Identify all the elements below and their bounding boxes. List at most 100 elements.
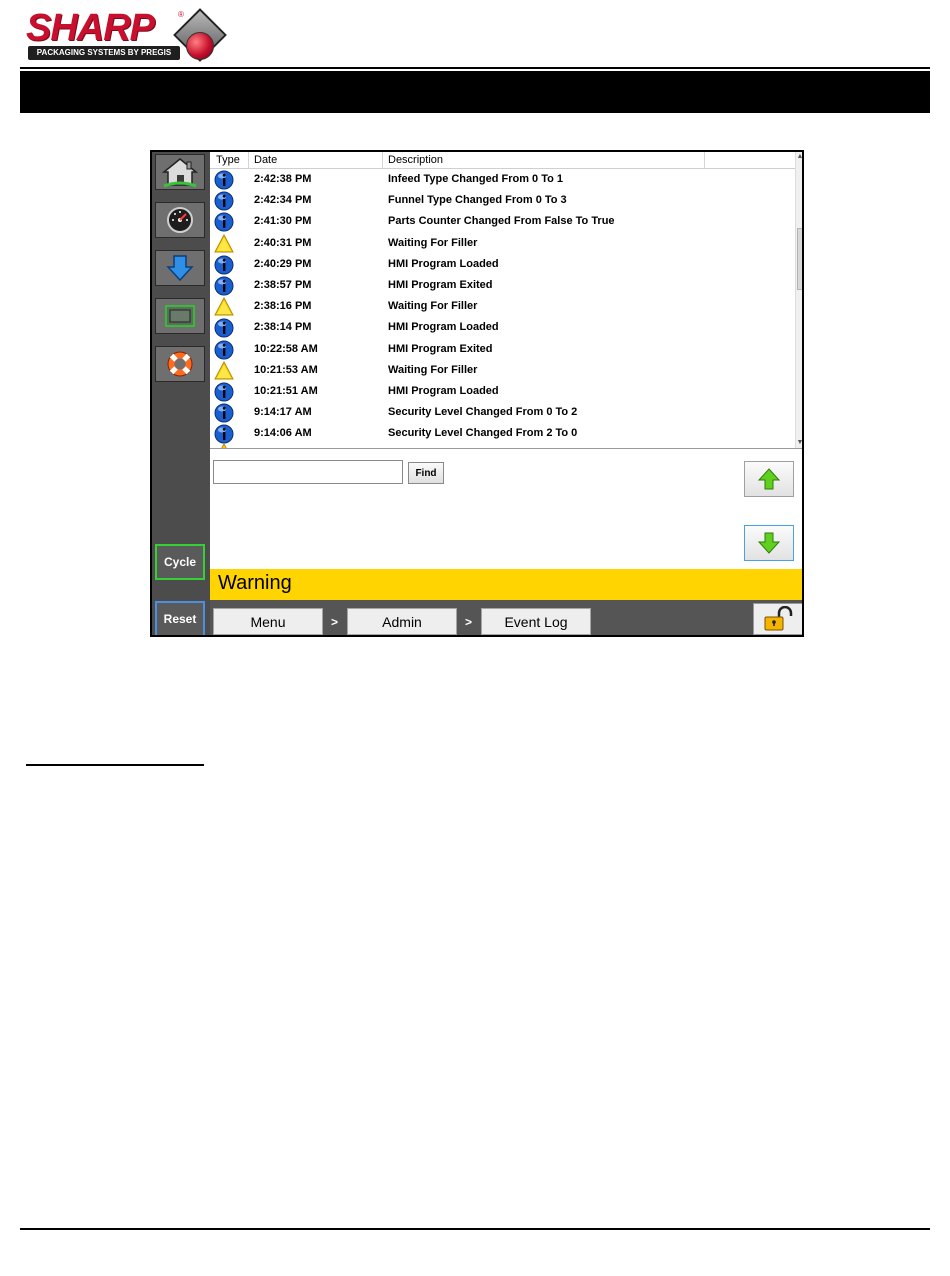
event-date: 2:38:14 PM xyxy=(254,321,312,334)
event-description: Security Level Changed From 2 To 0 xyxy=(388,427,578,440)
info-icon xyxy=(214,255,234,275)
info-icon xyxy=(214,191,234,211)
info-icon xyxy=(214,403,234,423)
table-row[interactable]: 10:22:58 AM HMI Program Exited xyxy=(210,339,795,360)
event-date: 2:38:16 PM xyxy=(254,300,312,313)
home-button[interactable] xyxy=(155,154,205,190)
divider xyxy=(210,448,802,449)
event-date: 10:21:53 AM xyxy=(254,363,318,376)
event-date: 9:14:17 AM xyxy=(254,406,312,419)
sharp-logo: SHARP ® PACKAGING SYSTEMS BY PREGIS xyxy=(26,7,227,64)
help-button[interactable] xyxy=(155,346,205,382)
table-row[interactable]: 10:21:51 AM HMI Program Loaded xyxy=(210,381,795,402)
table-row[interactable]: 2:38:16 PM Waiting For Filler xyxy=(210,296,795,317)
search-input[interactable] xyxy=(213,460,403,484)
arrow-down-icon xyxy=(757,532,781,554)
table-row[interactable]: 2:40:31 PM Waiting For Filler xyxy=(210,233,795,254)
column-divider xyxy=(382,152,383,168)
unlocked-padlock-icon xyxy=(764,606,793,631)
breadcrumb-separator: > xyxy=(331,615,339,629)
table-row[interactable]: 2:42:38 PM Infeed Type Changed From 0 To … xyxy=(210,169,795,190)
event-log-header: Type Date Description xyxy=(210,152,795,169)
status-bar: Warning xyxy=(210,569,802,600)
info-icon xyxy=(214,340,234,360)
scroll-down-arrow-icon[interactable]: ▼ xyxy=(796,438,802,448)
header-rule xyxy=(20,67,930,69)
hmi-screen: Cycle Reset Type Date Description 2:42:3… xyxy=(150,150,804,637)
section-heading-underline xyxy=(26,764,204,766)
breadcrumb-separator: > xyxy=(465,615,473,629)
table-row[interactable]: 2:41:30 PM Parts Counter Changed From Fal… xyxy=(210,211,795,232)
scroll-thumb[interactable] xyxy=(797,228,802,290)
event-description: Waiting For Filler xyxy=(388,300,478,313)
scroll-up-arrow-icon[interactable]: ▲ xyxy=(796,152,802,162)
event-description: HMI Program Loaded xyxy=(388,385,499,397)
home-icon xyxy=(161,158,199,188)
event-date: 2:40:29 PM xyxy=(254,257,312,270)
info-icon xyxy=(214,382,234,402)
gauge-icon xyxy=(167,207,193,233)
column-divider xyxy=(248,152,249,168)
event-date: 10:22:58 AM xyxy=(254,342,318,355)
event-description: Parts Counter Changed From False To True xyxy=(388,215,615,228)
logo-tagline: PACKAGING SYSTEMS BY PREGIS xyxy=(28,46,180,60)
printer-tray-icon xyxy=(165,305,195,327)
event-log-table[interactable]: Type Date Description 2:42:38 PM Infeed T… xyxy=(210,152,795,448)
event-description: HMI Program Exited xyxy=(388,279,493,291)
table-row[interactable]: 2:40:29 PM HMI Program Loaded xyxy=(210,254,795,275)
event-date: 2:40:31 PM xyxy=(254,236,312,249)
event-date: 10:21:51 AM xyxy=(254,385,318,397)
column-divider xyxy=(704,152,705,168)
event-log-scrollbar[interactable]: ▲ ▼ xyxy=(795,152,802,448)
main-content: Type Date Description 2:42:38 PM Infeed T… xyxy=(210,152,802,635)
event-description: Funnel Type Changed From 0 To 3 xyxy=(388,194,567,207)
info-icon xyxy=(214,170,234,190)
header-band xyxy=(20,71,930,113)
event-date: 2:41:30 PM xyxy=(254,215,312,228)
warning-icon xyxy=(214,233,234,253)
column-header-date[interactable]: Date xyxy=(254,154,277,166)
sidebar: Cycle Reset xyxy=(152,152,210,635)
cycle-button[interactable]: Cycle xyxy=(155,544,205,580)
event-description: Security Level Changed From 0 To 2 xyxy=(388,406,578,419)
logo-wordmark: SHARP xyxy=(26,7,155,49)
event-description: Infeed Type Changed From 0 To 1 xyxy=(388,173,564,185)
event-description: Waiting For Filler xyxy=(388,236,478,249)
reset-button[interactable]: Reset xyxy=(155,601,205,635)
status-text: Warning xyxy=(218,572,292,594)
find-button[interactable]: Find xyxy=(408,462,444,484)
page-down-button[interactable] xyxy=(744,525,794,561)
breadcrumb-menu[interactable]: Menu xyxy=(213,608,323,635)
table-row[interactable]: 2:38:57 PM HMI Program Exited xyxy=(210,275,795,296)
table-row[interactable]: 2:42:34 PM Funnel Type Changed From 0 To … xyxy=(210,190,795,211)
logo-registered-mark: ® xyxy=(178,10,184,19)
download-arrow-icon xyxy=(166,255,194,282)
footer-rule xyxy=(20,1228,930,1230)
breadcrumb-event-log[interactable]: Event Log xyxy=(481,608,591,635)
logo-ball-icon xyxy=(186,32,214,60)
event-date: 2:42:34 PM xyxy=(254,194,312,207)
info-icon xyxy=(214,318,234,338)
page-up-button[interactable] xyxy=(744,461,794,497)
table-row[interactable]: 10:21:53 AM Waiting For Filler xyxy=(210,360,795,381)
event-description: HMI Program Loaded xyxy=(388,257,499,270)
security-lock-button[interactable] xyxy=(753,603,802,635)
download-button[interactable] xyxy=(155,250,205,286)
arrow-up-icon xyxy=(757,468,781,490)
gauge-button[interactable] xyxy=(155,202,205,238)
table-row[interactable]: 9:14:17 AM Security Level Changed From 0 … xyxy=(210,402,795,423)
warning-icon xyxy=(214,360,234,380)
printer-button[interactable] xyxy=(155,298,205,334)
info-icon xyxy=(214,212,234,232)
event-description: Waiting For Filler xyxy=(388,363,478,376)
lifebuoy-icon xyxy=(167,351,193,377)
breadcrumb-admin[interactable]: Admin xyxy=(347,608,457,635)
event-description: HMI Program Loaded xyxy=(388,321,499,334)
breadcrumb: Menu > Admin > Event Log xyxy=(210,600,802,635)
column-header-description[interactable]: Description xyxy=(388,154,443,166)
event-description: HMI Program Exited xyxy=(388,342,493,355)
column-header-type[interactable]: Type xyxy=(216,154,240,166)
info-icon xyxy=(214,276,234,296)
table-row[interactable]: 2:38:14 PM HMI Program Loaded xyxy=(210,317,795,338)
event-date: 9:14:06 AM xyxy=(254,427,312,440)
